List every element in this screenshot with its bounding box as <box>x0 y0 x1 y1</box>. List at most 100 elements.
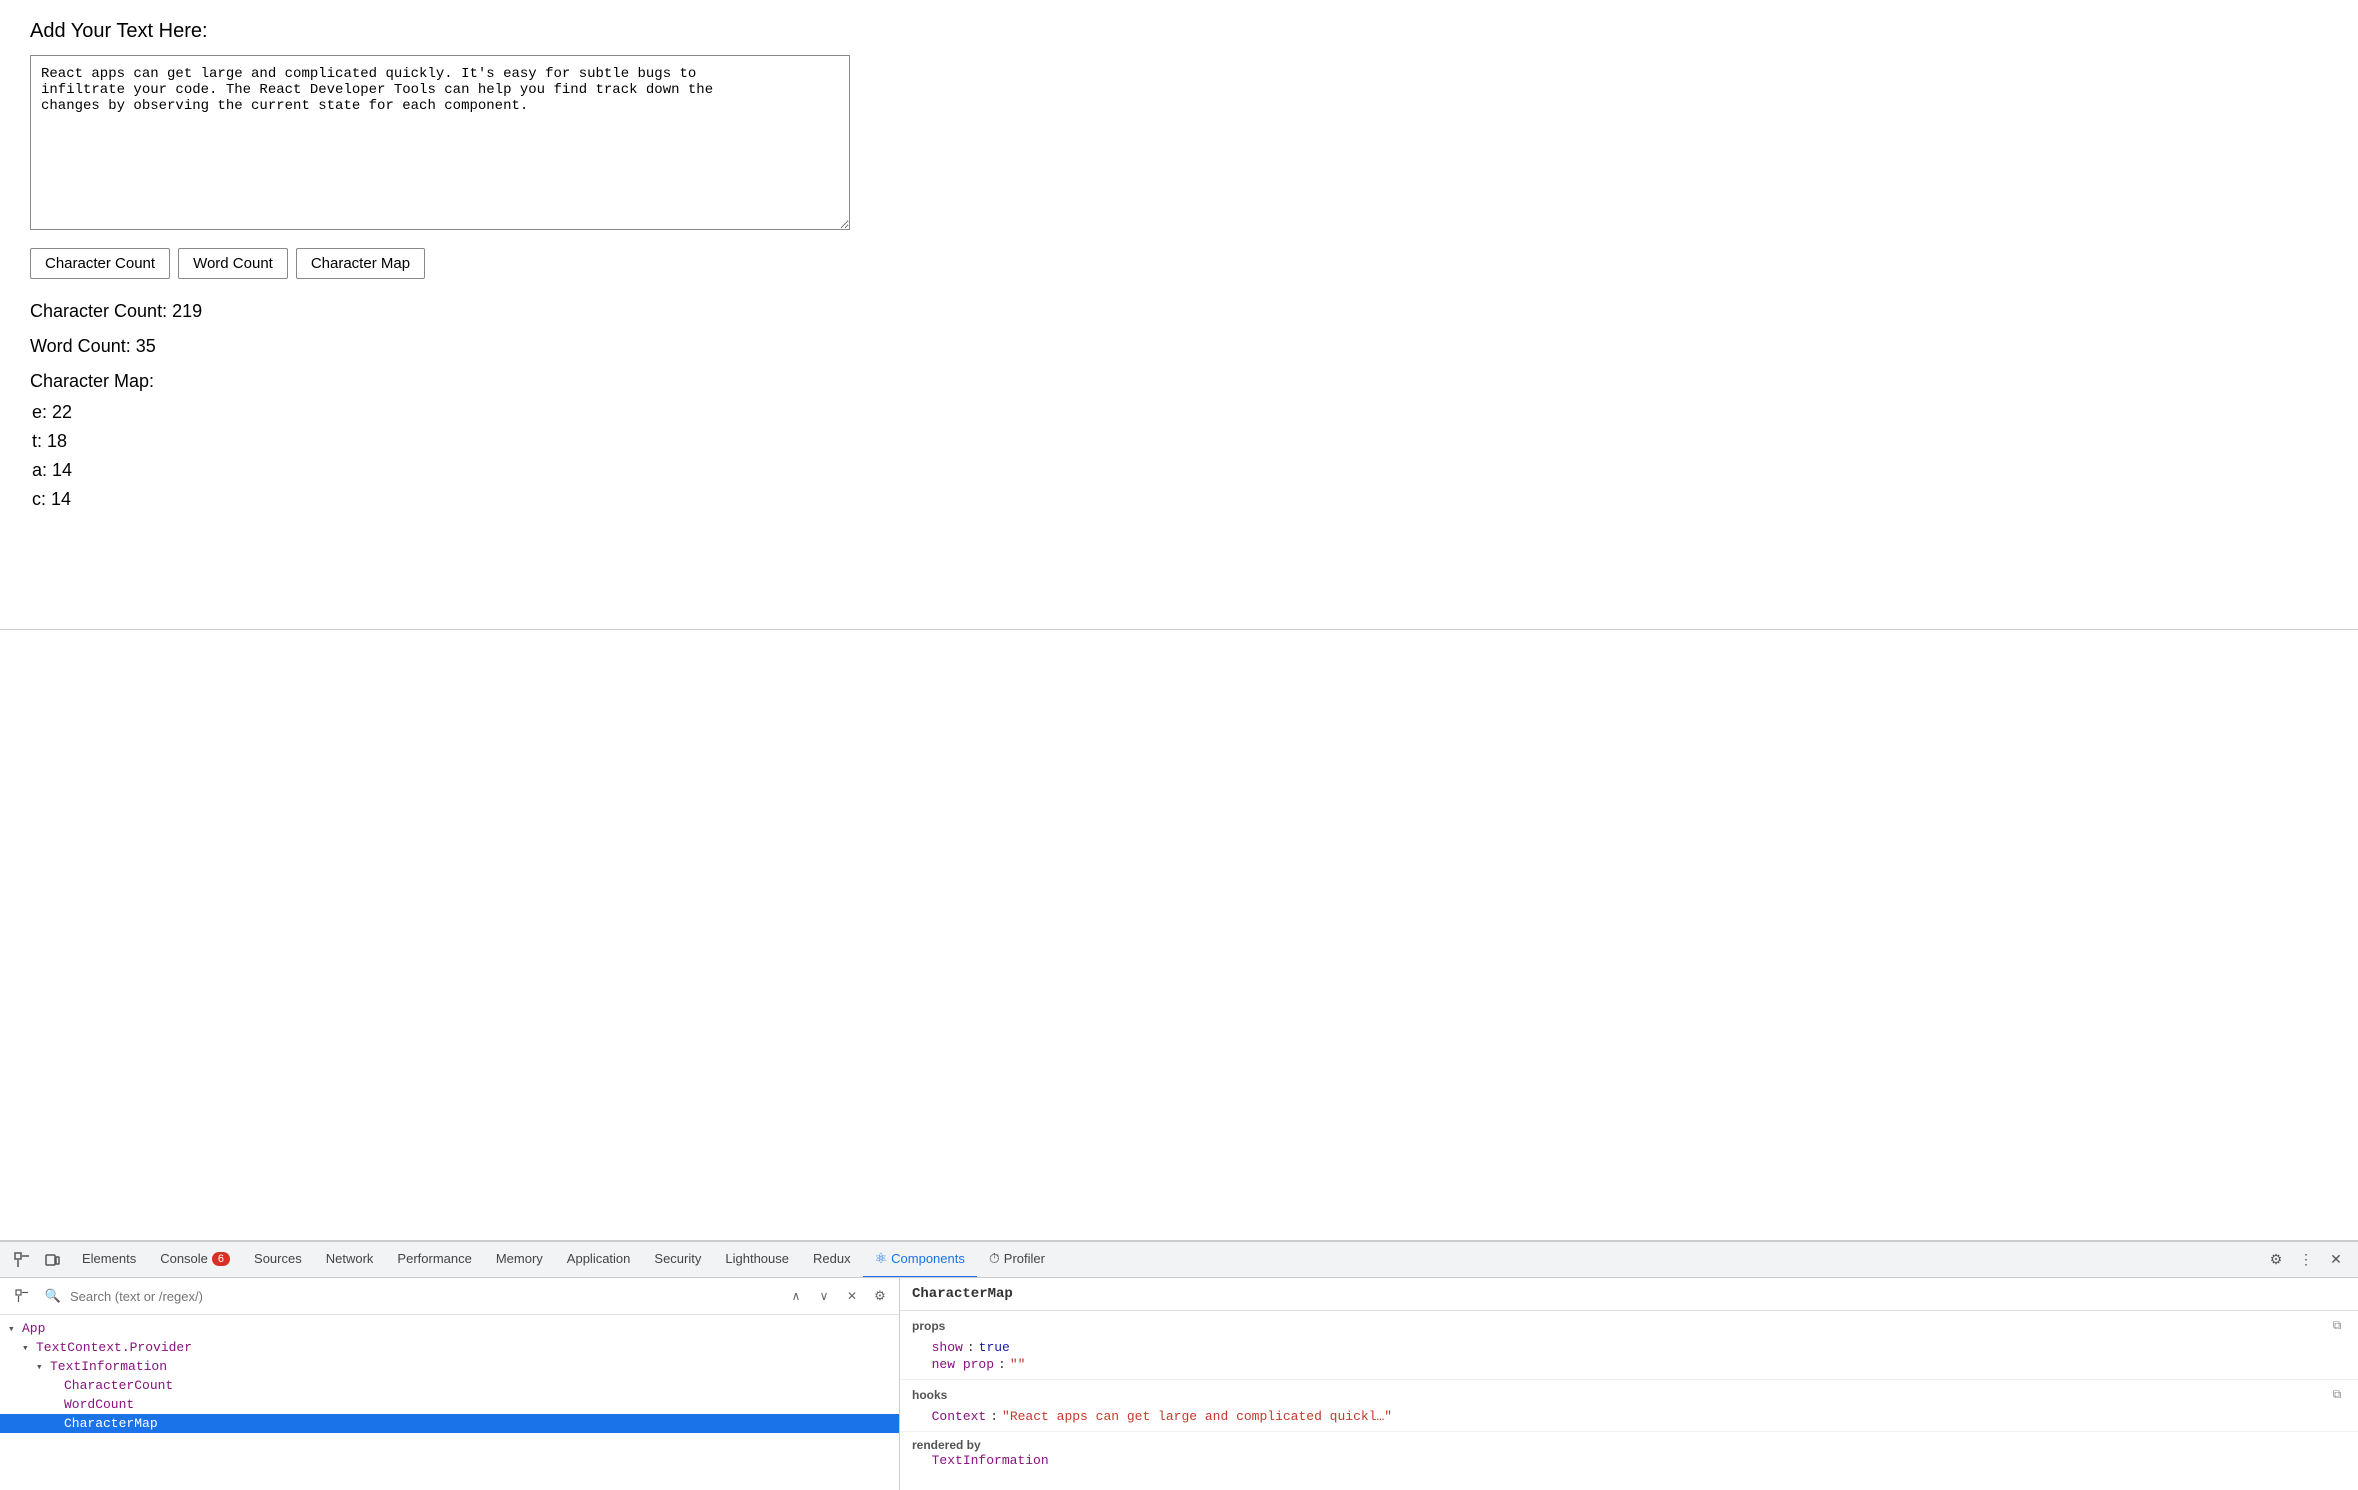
char-map-label: Character Map: <box>30 371 2328 392</box>
tab-elements-label: Elements <box>82 1251 136 1266</box>
tree-item-textcontext[interactable]: ▾ TextContext.Provider <box>0 1338 899 1357</box>
prop-key-show: show <box>932 1340 963 1355</box>
tree-item-textinformation[interactable]: ▾ TextInformation <box>0 1357 899 1376</box>
tree-item-charactermap[interactable]: CharacterMap <box>0 1414 899 1433</box>
rendered-by-component: TextInformation <box>932 1453 1049 1468</box>
tree-arrow-textcontext: ▾ <box>22 1341 36 1355</box>
tab-profiler-label: Profiler <box>1004 1251 1045 1266</box>
hooks-label: hooks <box>912 1388 947 1402</box>
props-section: props ⧉ show : true new prop : "" <box>900 1311 2358 1380</box>
char-count-result: Character Count: 219 <box>30 301 2328 322</box>
tab-network[interactable]: Network <box>314 1242 386 1278</box>
prop-value-newprop: "" <box>1010 1357 1026 1372</box>
prop-row-show: show : true <box>912 1339 2346 1356</box>
word-count-result: Word Count: 35 <box>30 336 2328 357</box>
prop-row-newprop: new prop : "" <box>912 1356 2346 1373</box>
tree-item-app[interactable]: ▾ App <box>0 1319 899 1338</box>
rendered-by-label: rendered by <box>912 1438 2346 1452</box>
component-tree: ▾ App ▾ TextContext.Provider ▾ TextInfor… <box>0 1315 899 1490</box>
search-up-icon[interactable]: ∧ <box>785 1285 807 1307</box>
tab-performance[interactable]: Performance <box>385 1242 483 1278</box>
tree-component-app: App <box>22 1321 45 1336</box>
tab-memory[interactable]: Memory <box>484 1242 555 1278</box>
word-count-button[interactable]: Word Count <box>178 248 288 279</box>
tab-sources-label: Sources <box>254 1251 302 1266</box>
prop-colon-context: : <box>990 1409 998 1424</box>
prop-colon-show: : <box>967 1340 975 1355</box>
error-badge: 6 <box>212 1252 230 1266</box>
tree-component-charactermap: CharacterMap <box>64 1416 158 1431</box>
close-devtools-icon[interactable]: ✕ <box>2322 1246 2350 1274</box>
character-map-button[interactable]: Character Map <box>296 248 425 279</box>
tree-arrow-app: ▾ <box>8 1322 22 1336</box>
char-entry-0: e: 22 <box>32 402 2328 423</box>
tree-arrow-wordcount <box>50 1399 64 1411</box>
tree-component-textinformation: TextInformation <box>50 1359 167 1374</box>
devtools-search-bar: 🔍 ∧ ∨ ✕ ⚙ <box>0 1278 899 1315</box>
rendered-by-section: rendered by TextInformation <box>900 1432 2358 1475</box>
tree-item-wordcount[interactable]: WordCount <box>0 1395 899 1414</box>
search-icon: 🔍 <box>42 1285 64 1307</box>
tab-application[interactable]: Application <box>555 1242 643 1278</box>
prop-key-context: Context <box>932 1409 987 1424</box>
more-options-icon[interactable]: ⋮ <box>2292 1246 2320 1274</box>
devtools-left-icons <box>8 1246 66 1274</box>
tree-inspect-icon[interactable] <box>8 1282 36 1310</box>
tree-component-charactercount: CharacterCount <box>64 1378 173 1393</box>
search-down-icon[interactable]: ∨ <box>813 1285 835 1307</box>
tab-profiler[interactable]: ⏱ Profiler <box>977 1242 1057 1278</box>
props-label: props <box>912 1319 945 1333</box>
tab-performance-label: Performance <box>397 1251 471 1266</box>
devtools-body: 🔍 ∧ ∨ ✕ ⚙ ▾ App ▾ TextContext.Provid <box>0 1278 2358 1490</box>
tree-component-textcontext: TextContext.Provider <box>36 1340 192 1355</box>
tree-arrow-charactermap <box>50 1418 64 1430</box>
search-clear-icon[interactable]: ✕ <box>841 1285 863 1307</box>
tab-components[interactable]: ⚛ Components <box>863 1242 977 1278</box>
tab-application-label: Application <box>567 1251 631 1266</box>
rendered-by-component-row: TextInformation <box>912 1452 2346 1469</box>
tab-security[interactable]: Security <box>642 1242 713 1278</box>
copy-props-icon[interactable]: ⧉ <box>2328 1317 2346 1335</box>
search-input[interactable] <box>70 1289 779 1304</box>
tab-redux[interactable]: Redux <box>801 1242 863 1278</box>
tab-security-label: Security <box>654 1251 701 1266</box>
add-text-label: Add Your Text Here: <box>30 20 2328 43</box>
profiler-icon: ⏱ <box>989 1250 1000 1267</box>
devtools-right-icons: ⚙ ⋮ ✕ <box>2262 1246 2350 1274</box>
devtools-panel: Elements Console 6 Sources Network Perfo… <box>0 1240 2358 1490</box>
settings-icon[interactable]: ⚙ <box>2262 1246 2290 1274</box>
components-icon: ⚛ <box>875 1250 888 1267</box>
prop-colon-newprop: : <box>998 1357 1006 1372</box>
prop-value-show: true <box>979 1340 1010 1355</box>
hooks-section: hooks ⧉ Context : "React apps can get la… <box>900 1380 2358 1432</box>
char-entry-1: t: 18 <box>32 431 2328 452</box>
inspect-element-icon[interactable] <box>8 1246 36 1274</box>
tree-component-wordcount: WordCount <box>64 1397 134 1412</box>
char-entry-3: c: 14 <box>32 489 2328 510</box>
tree-item-charactercount[interactable]: CharacterCount <box>0 1376 899 1395</box>
prop-value-context: "React apps can get large and complicate… <box>1002 1409 1392 1424</box>
tab-console[interactable]: Console 6 <box>148 1242 242 1278</box>
hooks-section-header: hooks ⧉ <box>912 1386 2346 1404</box>
tab-sources[interactable]: Sources <box>242 1242 314 1278</box>
component-tree-panel: 🔍 ∧ ∨ ✕ ⚙ ▾ App ▾ TextContext.Provid <box>0 1278 900 1490</box>
search-settings-icon[interactable]: ⚙ <box>869 1285 891 1307</box>
copy-hooks-icon[interactable]: ⧉ <box>2328 1386 2346 1404</box>
right-panel: CharacterMap props ⧉ show : true new pro… <box>900 1278 2358 1490</box>
tab-elements[interactable]: Elements <box>70 1242 148 1278</box>
tab-memory-label: Memory <box>496 1251 543 1266</box>
prop-row-context: Context : "React apps can get large and … <box>912 1408 2346 1425</box>
tab-redux-label: Redux <box>813 1251 851 1266</box>
props-section-header: props ⧉ <box>912 1317 2346 1335</box>
tab-console-label: Console <box>160 1251 208 1266</box>
tree-arrow-textinformation: ▾ <box>36 1360 50 1374</box>
text-input[interactable] <box>30 55 850 230</box>
prop-key-newprop: new prop <box>932 1357 994 1372</box>
device-toggle-icon[interactable] <box>38 1246 66 1274</box>
right-panel-title: CharacterMap <box>900 1278 2358 1311</box>
tab-lighthouse[interactable]: Lighthouse <box>713 1242 801 1278</box>
char-entry-2: a: 14 <box>32 460 2328 481</box>
tab-components-label: Components <box>891 1251 965 1266</box>
tab-network-label: Network <box>326 1251 374 1266</box>
character-count-button[interactable]: Character Count <box>30 248 170 279</box>
